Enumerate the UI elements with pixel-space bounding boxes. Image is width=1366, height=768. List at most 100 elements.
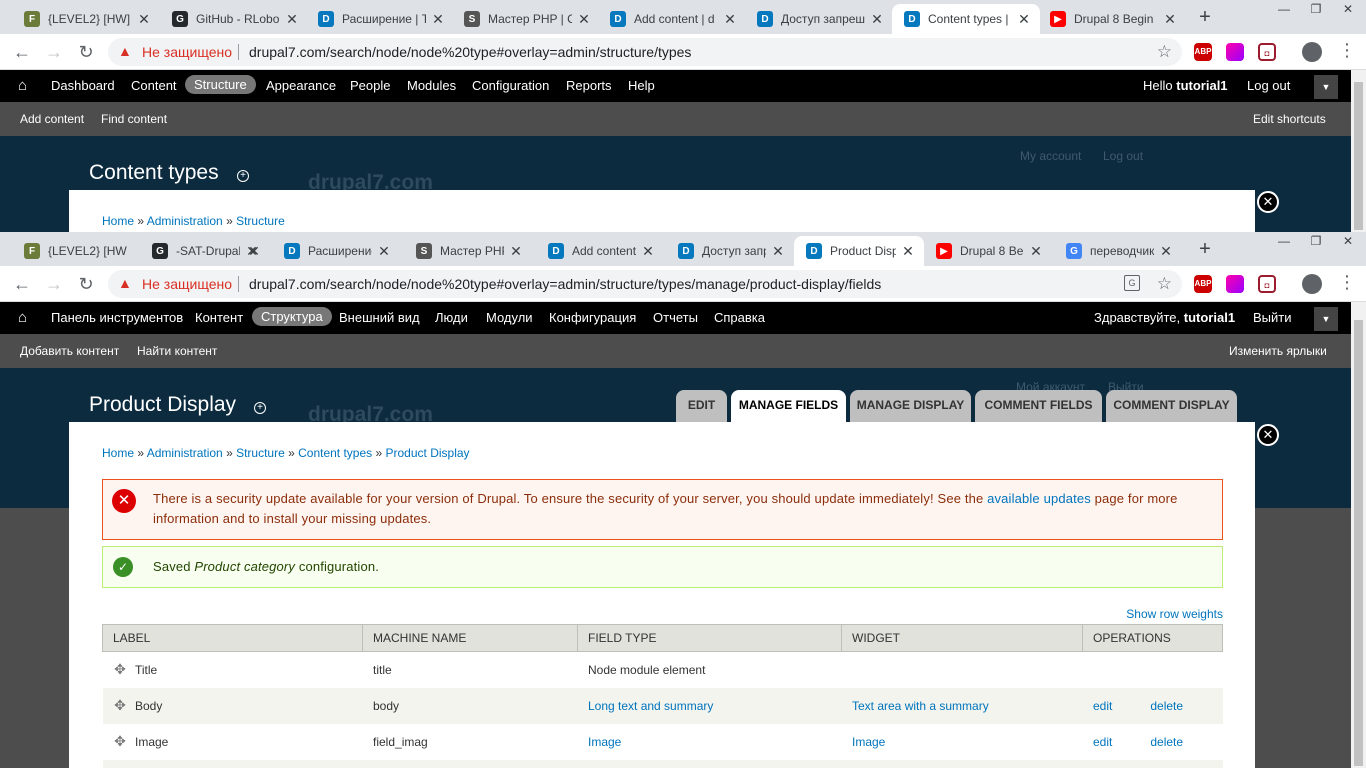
admin-menu-item[interactable]: People [350, 78, 390, 93]
browser-tab[interactable]: D Add content | d ✕ [598, 4, 746, 34]
browser-tab[interactable]: Gпереводчик ✕ [1054, 236, 1182, 266]
tab-close-icon[interactable]: ✕ [869, 11, 885, 28]
admin-menu-item[interactable]: Справка [714, 310, 765, 325]
shortcut-find-content[interactable]: Найти контент [137, 344, 217, 358]
tab-close-icon[interactable]: ✕ [576, 11, 592, 28]
url-text[interactable]: drupal7.com/search/node/node%20type#over… [249, 44, 691, 60]
widget-link[interactable]: Image [852, 735, 885, 749]
breadcrumb-administration[interactable]: Administration [147, 446, 223, 460]
admin-menu-item[interactable]: Модули [486, 310, 533, 325]
add-shortcut-icon[interactable]: + [237, 170, 249, 182]
browser-tab[interactable]: D Product Disp ✕ [794, 236, 924, 266]
home-icon[interactable]: ⌂ [18, 77, 27, 94]
admin-menu-item[interactable]: Help [628, 78, 655, 93]
extension-icon[interactable] [1226, 275, 1244, 293]
admin-menu-item[interactable]: Внешний вид [339, 310, 420, 325]
bookmark-star-icon[interactable]: ☆ [1157, 42, 1172, 62]
admin-menu-item[interactable]: Панель инструментов [51, 310, 183, 325]
admin-menu-item[interactable]: Структура [252, 307, 332, 326]
admin-menu-item[interactable]: Structure [185, 75, 256, 94]
breadcrumb-content-types[interactable]: Content types [298, 446, 372, 460]
new-tab-icon[interactable]: + [1193, 238, 1217, 262]
username[interactable]: tutorial1 [1176, 78, 1227, 93]
edit-shortcuts-link[interactable]: Изменить ярлыки [1229, 344, 1327, 358]
url-text[interactable]: drupal7.com/search/node/node%20type#over… [249, 276, 881, 292]
tab-close-icon[interactable]: ✕ [640, 243, 656, 260]
shortcut-add-content[interactable]: Добавить контент [20, 344, 119, 358]
add-shortcut-icon[interactable]: + [254, 402, 266, 414]
tab-close-icon[interactable]: ✕ [508, 243, 524, 260]
toggle-shortcuts-icon[interactable]: ▼ [1314, 307, 1338, 331]
tab-close-icon[interactable]: ✕ [1158, 243, 1174, 260]
admin-menu-item[interactable]: Reports [566, 78, 612, 93]
shortcut-add-content[interactable]: Add content [20, 112, 84, 126]
browser-tab[interactable]: D Расширение ✕ [272, 236, 400, 266]
admin-menu-item[interactable]: Отчеты [653, 310, 698, 325]
tab-close-icon[interactable]: ✕ [770, 243, 786, 260]
chrome-menu-icon[interactable]: ⋮ [1338, 272, 1356, 293]
translate-icon[interactable]: G [1124, 275, 1140, 291]
background-scrollbar[interactable] [1351, 70, 1366, 232]
minimize-icon[interactable]: — [1268, 232, 1300, 252]
admin-menu-item[interactable]: Configuration [472, 78, 549, 93]
breadcrumb-structure[interactable]: Structure [236, 214, 285, 228]
maximize-icon[interactable]: ❐ [1300, 232, 1332, 252]
browser-tab[interactable]: G GitHub - RLobo ✕ [160, 4, 308, 34]
browser-tab[interactable]: D Content types | ✕ [892, 4, 1040, 34]
tab-edit[interactable]: EDIT [676, 390, 727, 422]
maximize-icon[interactable]: ❐ [1300, 0, 1332, 20]
tab-close-icon[interactable]: ✕ [722, 11, 738, 28]
address-bar[interactable]: ▲ Не защищено drupal7.com/search/node/no… [108, 270, 1182, 298]
bookmark-star-icon[interactable]: ☆ [1157, 274, 1172, 294]
tab-close-icon[interactable]: ✕ [376, 243, 392, 260]
tab-close-icon[interactable]: ✕ [244, 243, 260, 260]
overlay-close-icon[interactable]: ✕ [1257, 191, 1279, 213]
breadcrumb-product-display[interactable]: Product Display [386, 446, 470, 460]
admin-menu-item[interactable]: Люди [435, 310, 468, 325]
admin-menu-item[interactable]: Конфигурация [549, 310, 636, 325]
tab-comment-fields[interactable]: COMMENT FIELDS [975, 390, 1102, 422]
profile-avatar-icon[interactable] [1302, 274, 1322, 294]
delete-link[interactable]: delete [1150, 735, 1183, 749]
chrome-menu-icon[interactable]: ⋮ [1338, 40, 1356, 61]
tab-close-icon[interactable]: ✕ [900, 243, 916, 260]
tab-close-icon[interactable]: ✕ [430, 11, 446, 28]
browser-tab[interactable]: F {LEVEL2} [HW] Р ✕ [12, 4, 160, 34]
browser-tab[interactable]: D Доступ запреш ✕ [745, 4, 893, 34]
tab-manage-display[interactable]: MANAGE DISPLAY [850, 390, 971, 422]
field-type-link[interactable]: Image [588, 735, 621, 749]
breadcrumb-administration[interactable]: Administration [147, 214, 223, 228]
overlay-close-icon[interactable]: ✕ [1257, 424, 1279, 446]
adblock-icon[interactable]: ABP [1194, 275, 1212, 293]
browser-tab[interactable]: D Доступ запр ✕ [666, 236, 794, 266]
scrollbar-thumb[interactable] [1354, 320, 1363, 766]
tab-manage-fields[interactable]: MANAGE FIELDS [731, 390, 846, 422]
pocket-icon[interactable]: ◘ [1258, 43, 1276, 61]
username[interactable]: tutorial1 [1184, 310, 1235, 325]
admin-menu-item[interactable]: Контент [195, 310, 243, 325]
admin-menu-item[interactable]: Dashboard [51, 78, 115, 93]
edit-shortcuts-link[interactable]: Edit shortcuts [1253, 112, 1326, 126]
extension-icon[interactable] [1226, 43, 1244, 61]
drag-handle-icon[interactable]: ✥ [113, 733, 127, 750]
close-window-icon[interactable]: ✕ [1332, 232, 1364, 252]
pocket-icon[interactable]: ◘ [1258, 275, 1276, 293]
widget-link[interactable]: Text area with a summary [852, 699, 989, 713]
tab-close-icon[interactable]: ✕ [136, 11, 152, 28]
shortcut-find-content[interactable]: Find content [101, 112, 167, 126]
drag-handle-icon[interactable]: ✥ [113, 661, 127, 678]
main-scrollbar[interactable] [1351, 302, 1366, 768]
forward-icon[interactable]: → [42, 272, 66, 296]
reload-icon[interactable]: ↻ [74, 272, 98, 296]
adblock-icon[interactable]: ABP [1194, 43, 1212, 61]
browser-tab[interactable]: ▶ Drupal 8 Begin ✕ [1038, 4, 1186, 34]
logout-link[interactable]: Выйти [1253, 310, 1292, 325]
edit-link[interactable]: edit [1093, 699, 1112, 713]
show-row-weights-link[interactable]: Show row weights [1126, 607, 1223, 621]
browser-tab[interactable]: D Расширение | Т ✕ [306, 4, 454, 34]
new-tab-icon[interactable]: + [1193, 6, 1217, 30]
profile-avatar-icon[interactable] [1302, 42, 1322, 62]
forward-icon[interactable]: → [42, 40, 66, 64]
scrollbar-thumb[interactable] [1354, 82, 1363, 230]
breadcrumb-home[interactable]: Home [102, 214, 134, 228]
